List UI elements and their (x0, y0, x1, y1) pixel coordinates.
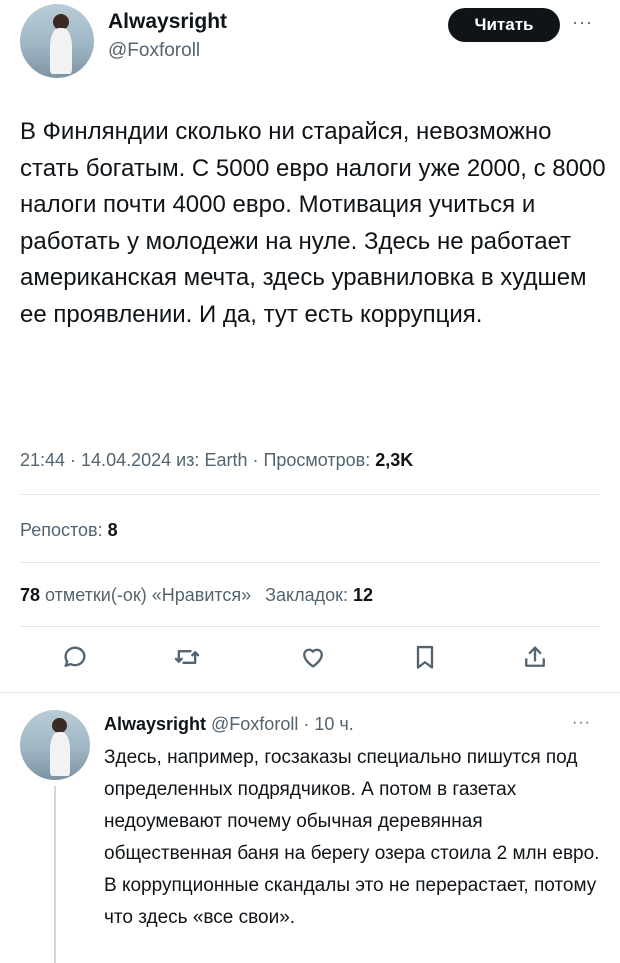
follow-button[interactable]: Читать (448, 8, 560, 42)
views-count: 2,3K (375, 450, 414, 470)
likes-count: 78 (20, 585, 41, 605)
tweet-meta: 21:44 · 14.04.2024 из: Earth · Просмотро… (20, 450, 413, 471)
tweet-timestamp-source[interactable]: 21:44 · 14.04.2024 из: Earth · Просмотро… (20, 450, 375, 470)
reply-avatar[interactable] (20, 710, 90, 780)
likes-label: отметки(-ок) «Нравится» (40, 585, 252, 605)
divider (0, 692, 620, 693)
reply-header: Alwaysright @Foxforoll · 10 ч. (104, 714, 354, 735)
reply-author-name[interactable]: Alwaysright (104, 714, 206, 734)
reposts-count: 8 (107, 520, 118, 540)
engagement-stats: 78 отметки(-ок) «Нравится» Закладок: 12 (20, 585, 373, 606)
author-handle[interactable]: @Foxforoll (108, 40, 200, 62)
thread-line (54, 786, 56, 963)
bookmarks-label: Закладок: (265, 585, 354, 605)
author-name[interactable]: Alwaysright (108, 10, 227, 34)
retweet-icon[interactable] (172, 642, 202, 672)
divider (20, 562, 600, 563)
reply-icon[interactable] (60, 642, 90, 672)
reply-handle-time[interactable]: @Foxforoll · 10 ч. (206, 714, 354, 734)
bookmarks-count: 12 (353, 585, 374, 605)
bookmark-icon[interactable] (410, 642, 440, 672)
reply-more-options-icon[interactable]: ··· (572, 714, 591, 732)
reply-text: Здесь, например, госзаказы специально пи… (104, 747, 600, 928)
tweet-text: В Финляндии сколько ни старайся, невозмо… (20, 118, 606, 328)
divider (20, 494, 600, 495)
more-options-icon[interactable]: ··· (572, 12, 593, 33)
like-icon[interactable] (298, 642, 328, 672)
avatar[interactable] (20, 4, 94, 78)
bookmarks-stat[interactable]: Закладок: 12 (265, 585, 373, 605)
divider (20, 626, 600, 627)
likes-stat[interactable]: 78 отметки(-ок) «Нравится» (20, 585, 251, 605)
share-icon[interactable] (520, 642, 550, 672)
reposts-stat[interactable]: Репостов: 8 (20, 520, 118, 541)
reposts-label: Репостов: (20, 520, 108, 540)
